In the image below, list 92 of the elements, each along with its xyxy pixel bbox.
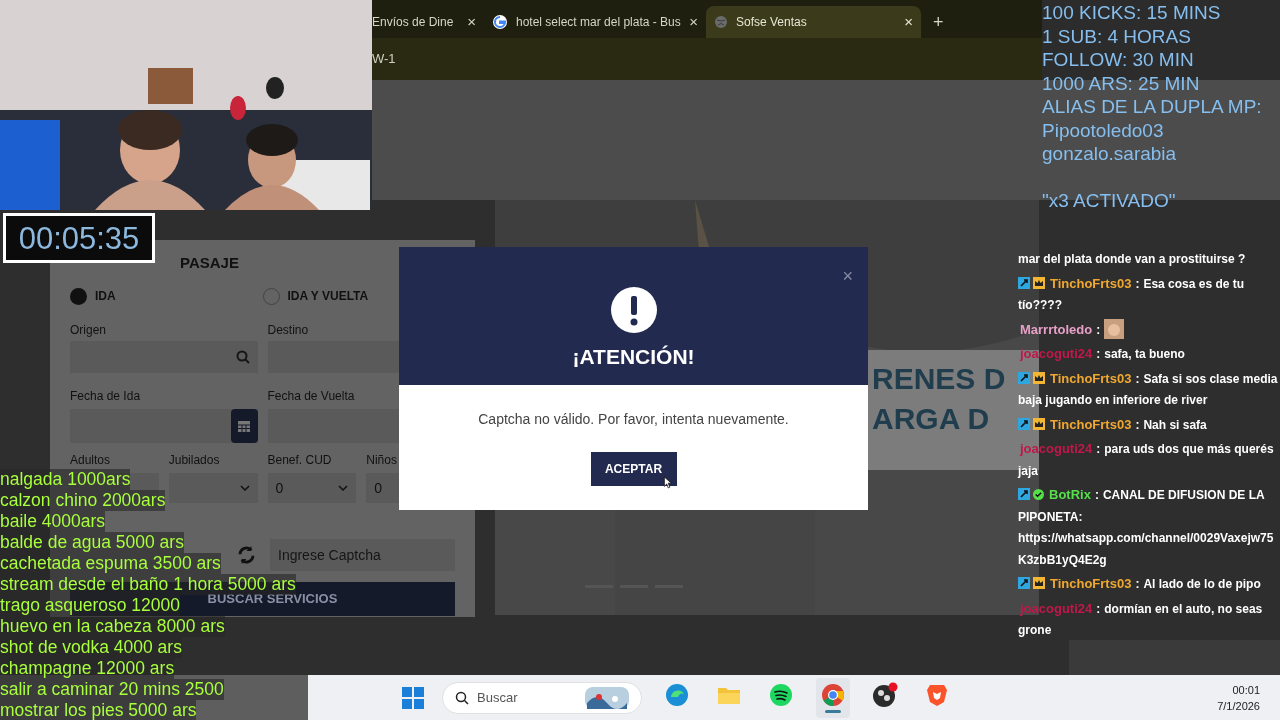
dialog-message: Captcha no válido. Por favor, intenta nuevamente. xyxy=(477,410,790,429)
price-item: calzon chino 2000ars xyxy=(0,490,166,511)
timer-text: 00:05:35 xyxy=(18,222,140,254)
field-label: Benef. CUD xyxy=(267,453,333,467)
chat-username[interactable]: TinchoFrts03 xyxy=(1050,576,1132,591)
chat-message: Marrrtoledo : xyxy=(1018,317,1280,342)
field-label: Origen xyxy=(70,323,108,337)
hero-heading: ARGA D xyxy=(872,402,991,436)
price-item: huevo en la cabeza 8000 ars xyxy=(0,616,225,637)
chat-message: joacoguti24 : safa, ta bueno xyxy=(1018,345,1186,363)
google-icon xyxy=(492,14,508,30)
cursor-icon xyxy=(662,476,673,492)
search-placeholder: Buscar xyxy=(477,688,519,707)
close-icon[interactable]: × xyxy=(904,10,913,34)
taskbar-search-field[interactable]: Buscar xyxy=(442,681,642,714)
calendar-icon xyxy=(237,419,251,433)
field-label: Fecha de Ida xyxy=(70,389,142,403)
search-icon xyxy=(455,690,469,705)
price-item: shot de vodka 4000 ars xyxy=(0,637,182,658)
price-item: trago asqueroso 12000 xyxy=(0,595,180,616)
dialog-title: ¡ATENCIÓN! xyxy=(572,344,695,370)
lion-icon[interactable] xyxy=(926,682,948,707)
sword-icon xyxy=(1018,488,1030,500)
clock-time: 00:01 xyxy=(1232,682,1260,698)
obs-icon[interactable] xyxy=(872,681,898,708)
chat-username[interactable]: TinchoFrts03 xyxy=(1050,370,1132,386)
clock-date: 7/1/2026 xyxy=(1217,698,1260,714)
form-title: PASAJE xyxy=(179,253,240,270)
select-value: 0 xyxy=(374,481,383,495)
chat-username[interactable]: Marrrtoledo xyxy=(1020,321,1093,337)
price-item: mostrar los pies 5000 ars xyxy=(0,700,197,720)
tab-title: Envíos de Dine xyxy=(372,14,455,31)
tab-title: hotel select mar del plata - Bus xyxy=(516,14,682,31)
chat-message: joacoguti24 : dormían en el auto, no seas grone xyxy=(1018,599,1264,639)
spotify-icon[interactable] xyxy=(769,682,793,707)
field-label: Adultos xyxy=(70,453,112,467)
chat-username[interactable]: TinchoFrts03 xyxy=(1050,275,1132,291)
price-item: stream desde el baño 1 hora 5000 ars xyxy=(0,574,296,595)
select-value: 0 xyxy=(275,481,284,495)
price-item: champagne 12000 ars xyxy=(0,658,175,679)
sword-icon xyxy=(1018,577,1030,589)
browser-tab[interactable]: Sofse Ventas × xyxy=(706,6,921,38)
crown-icon xyxy=(1033,577,1045,589)
calendar-button[interactable] xyxy=(230,409,258,443)
goal-text: FOLLOW: 30 MIN xyxy=(1042,48,1195,72)
captcha-field[interactable]: Ingrese Captcha xyxy=(270,539,455,571)
goal-text: 1 SUB: 4 HORAS xyxy=(1042,24,1192,48)
close-icon[interactable]: × xyxy=(842,263,853,290)
tab-title: Sofse Ventas xyxy=(736,14,808,31)
address-bar[interactable]: W-1 xyxy=(372,38,1042,80)
address-text: W-1 xyxy=(372,50,396,69)
edge-icon[interactable] xyxy=(665,682,689,707)
search-icon xyxy=(235,350,250,364)
goal-text: "x3 ACTIVADO" xyxy=(1042,189,1177,213)
chat-message: TinchoFrts03 : Nah si safa xyxy=(1018,412,1280,437)
chat-username[interactable]: BotRix xyxy=(1049,487,1091,502)
close-icon[interactable]: × xyxy=(467,10,476,34)
price-item: nalgada 1000ars xyxy=(0,469,131,490)
close-icon[interactable]: × xyxy=(689,10,698,34)
check-icon xyxy=(1033,489,1044,500)
new-tab-button[interactable]: + xyxy=(921,6,956,38)
price-item: baile 4000ars xyxy=(0,511,106,532)
windows-icon[interactable] xyxy=(402,686,424,709)
accept-button[interactable]: ACEPTAR xyxy=(590,452,677,486)
field-label: Niños xyxy=(366,453,398,467)
chat-message: TinchoFrts03 : Al lado de lo de pipo xyxy=(1018,572,1280,597)
goal-text: 100 KICKS: 15 MINS xyxy=(1042,1,1222,25)
chevron-icon xyxy=(239,485,250,491)
origin-field[interactable] xyxy=(70,341,258,373)
browser-tab[interactable]: Envíos de Dine × xyxy=(372,6,484,38)
price-item: cachetada espuma 3500 ars xyxy=(0,553,221,574)
chat-message: TinchoFrts03 : Esa cosa es de tu tío???? xyxy=(1018,274,1246,314)
chat-message: joacoguti24 : para uds dos que más querés jaja xyxy=(1018,440,1275,480)
goal-text: gonzalo.sarabia xyxy=(1042,142,1178,166)
chevron-icon xyxy=(338,485,349,491)
departure-field[interactable] xyxy=(70,409,258,443)
field-label: Jubilados xyxy=(168,453,221,467)
field-label: Destino xyxy=(267,323,310,337)
chat-message: mar del plata donde van a prostituirse ? xyxy=(1018,251,1247,268)
field-label: Fecha de Vuelta xyxy=(267,389,356,403)
price-item: balde de agua 5000 ars xyxy=(0,532,184,553)
price-item: salir a caminar 20 mins 2500 xyxy=(0,679,224,700)
chat-username[interactable]: TinchoFrts03 xyxy=(1050,416,1132,432)
globe-icon xyxy=(714,15,728,29)
goal-text: ALIAS DE LA DUPLA MP: xyxy=(1042,95,1262,119)
browser-tab[interactable]: hotel select mar del plata - Bus × xyxy=(484,6,706,38)
goal-text: 1000 ARS: 25 MIN xyxy=(1042,71,1201,95)
chrome-icon[interactable] xyxy=(821,682,845,707)
exclamation-icon xyxy=(610,287,657,333)
chat-message: BotRix : CANAL DE DIFUSION DE LA PIPONETA: https://whatsapp.com/channel/0029Vaxejw75K3zbB1yQ4E2g xyxy=(1018,486,1275,569)
goal-text: Pipootoledo03 xyxy=(1042,118,1165,142)
hero-heading: RENES D xyxy=(872,362,1006,396)
